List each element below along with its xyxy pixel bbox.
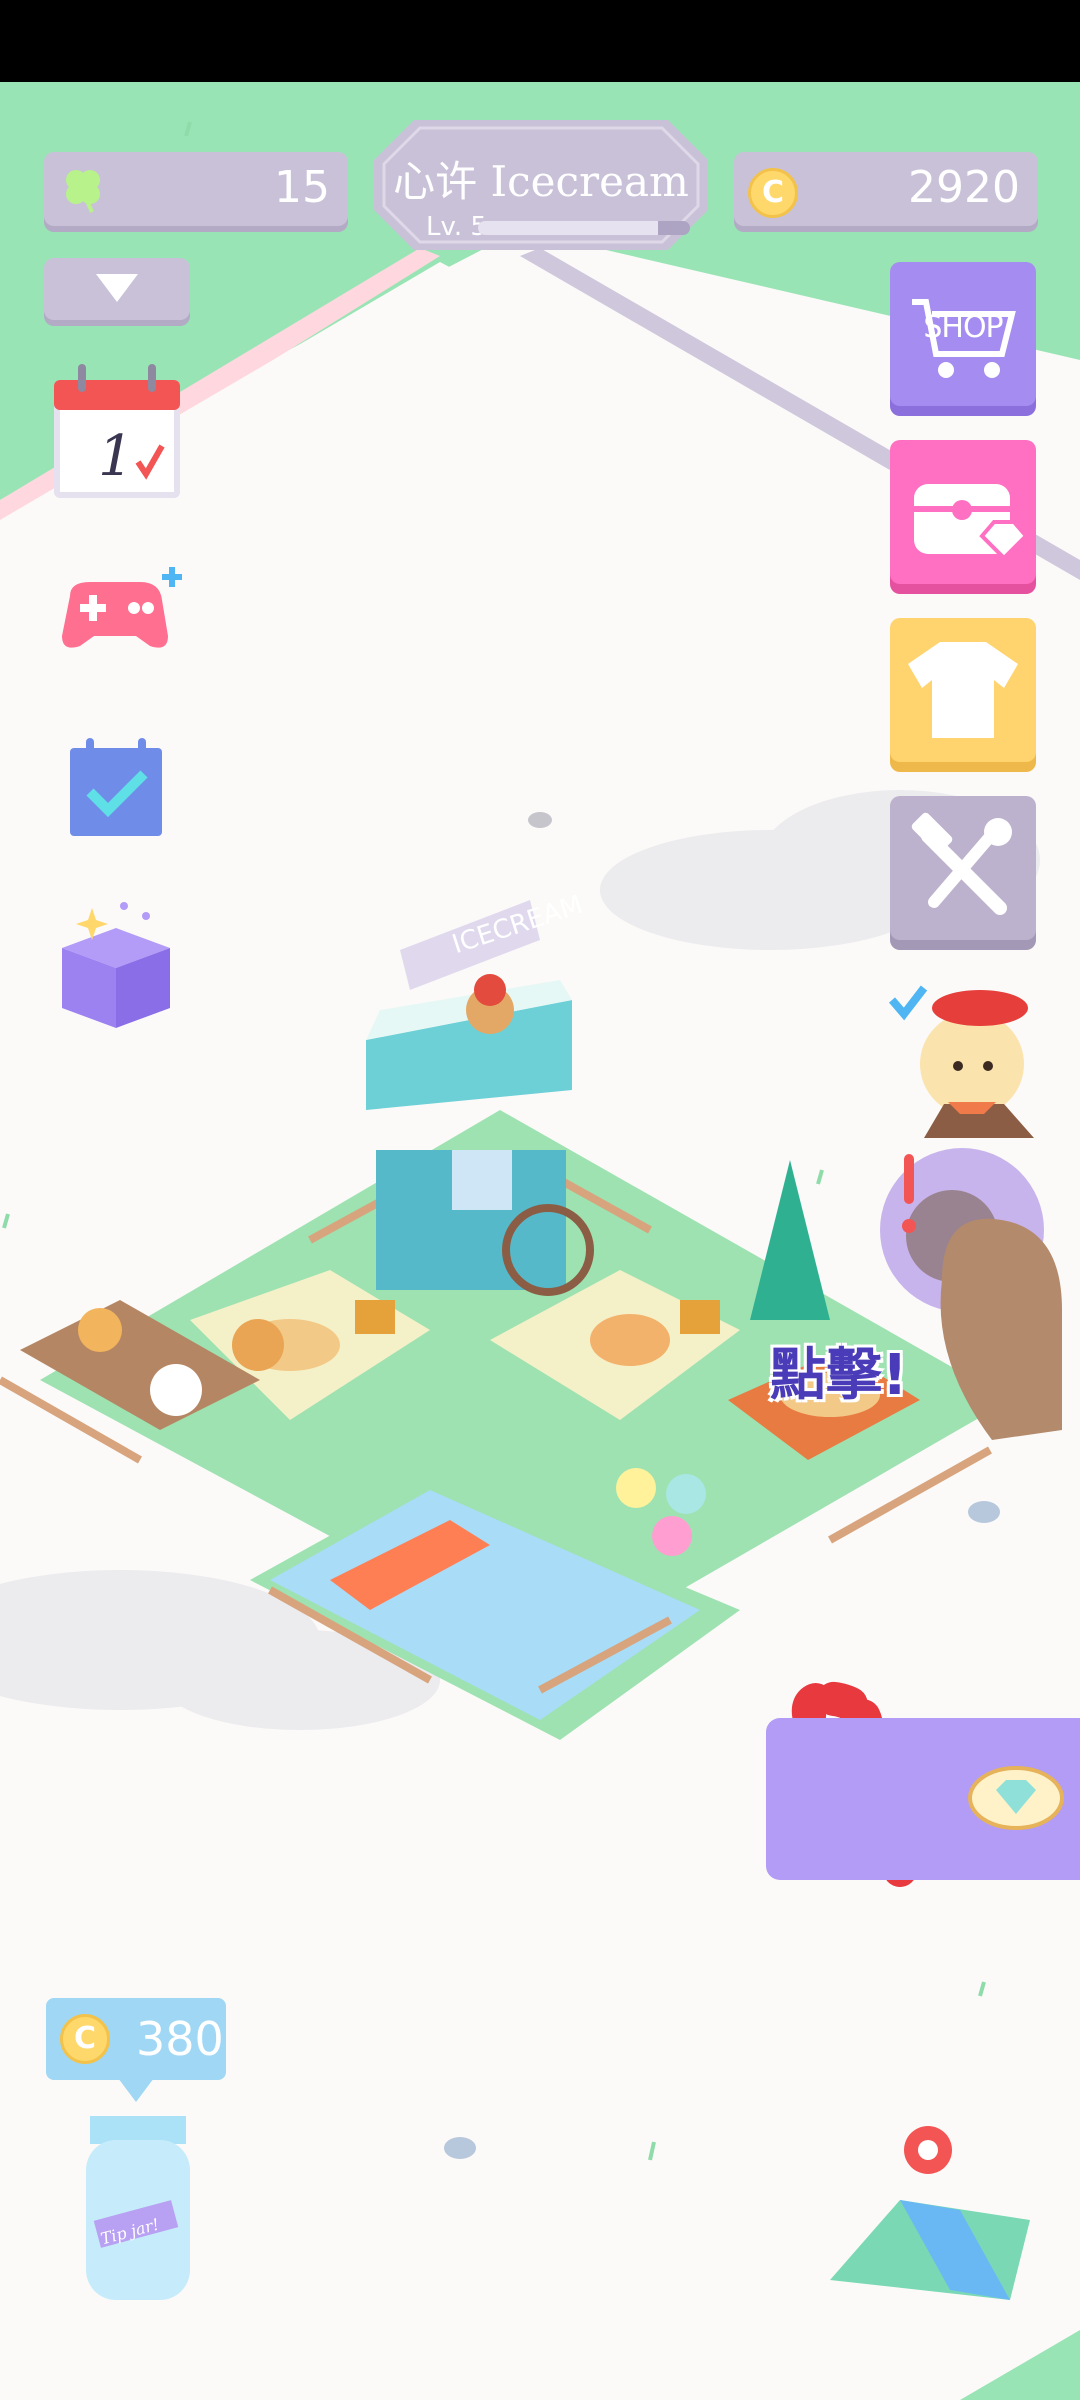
- shop-button[interactable]: SHOP: [890, 262, 1036, 406]
- build-tools-button[interactable]: [890, 796, 1036, 940]
- t-shirt-icon: [908, 642, 1018, 738]
- tip-jar-amount: 380: [136, 2012, 224, 2066]
- hammer-wrench-icon: [911, 812, 1012, 915]
- tap-prompt: 點擊!: [770, 1343, 908, 1408]
- dropdown-button[interactable]: [44, 258, 190, 320]
- gamepad-plus-icon: [62, 567, 182, 648]
- visitor-dog-avatar[interactable]: [884, 974, 1036, 1138]
- tip-jar[interactable]: Tip jar!: [84, 2112, 194, 2302]
- dog-with-beret-icon: [888, 985, 1034, 1138]
- gift-box-button[interactable]: [52, 898, 180, 1032]
- coin-counter[interactable]: C 2920: [734, 152, 1038, 226]
- tip-jar-label: Tip jar!: [98, 2214, 162, 2249]
- coin-count: 2920: [908, 162, 1020, 213]
- calendar-day: 1: [98, 424, 134, 489]
- minigames-button[interactable]: [50, 566, 186, 656]
- clover-icon: [66, 170, 100, 213]
- world-map-button[interactable]: [820, 2110, 1040, 2310]
- calendar-check-in-button[interactable]: 1: [50, 362, 184, 502]
- candy-offer-panel[interactable]: [766, 1718, 1080, 1880]
- treasure-chest-button[interactable]: [890, 440, 1036, 584]
- sparkle-box-icon: [62, 902, 170, 1028]
- triangle-down-icon: [96, 274, 138, 302]
- clover-count: 15: [274, 162, 330, 213]
- tip-jar-bubble[interactable]: C 380: [46, 1998, 226, 2102]
- treasure-chest-icon: [914, 484, 1029, 561]
- coin-icon: C: [60, 2014, 110, 2064]
- clover-counter[interactable]: 15: [44, 152, 348, 226]
- level-progress-bar: [478, 221, 690, 235]
- level-progress-fill: [478, 221, 659, 235]
- status-bar: [0, 0, 1080, 82]
- shop-label: SHOP: [923, 310, 1003, 345]
- diamond-icon: [968, 1766, 1064, 1830]
- player-name-plate[interactable]: 心许 Icecream Lv. 5: [374, 120, 708, 250]
- task-checkbox-icon: [70, 738, 162, 836]
- wardrobe-button[interactable]: [890, 618, 1036, 762]
- player-name: 心许 Icecream: [393, 157, 689, 206]
- daily-tasks-button[interactable]: [68, 738, 164, 838]
- coin-icon: C: [748, 168, 798, 218]
